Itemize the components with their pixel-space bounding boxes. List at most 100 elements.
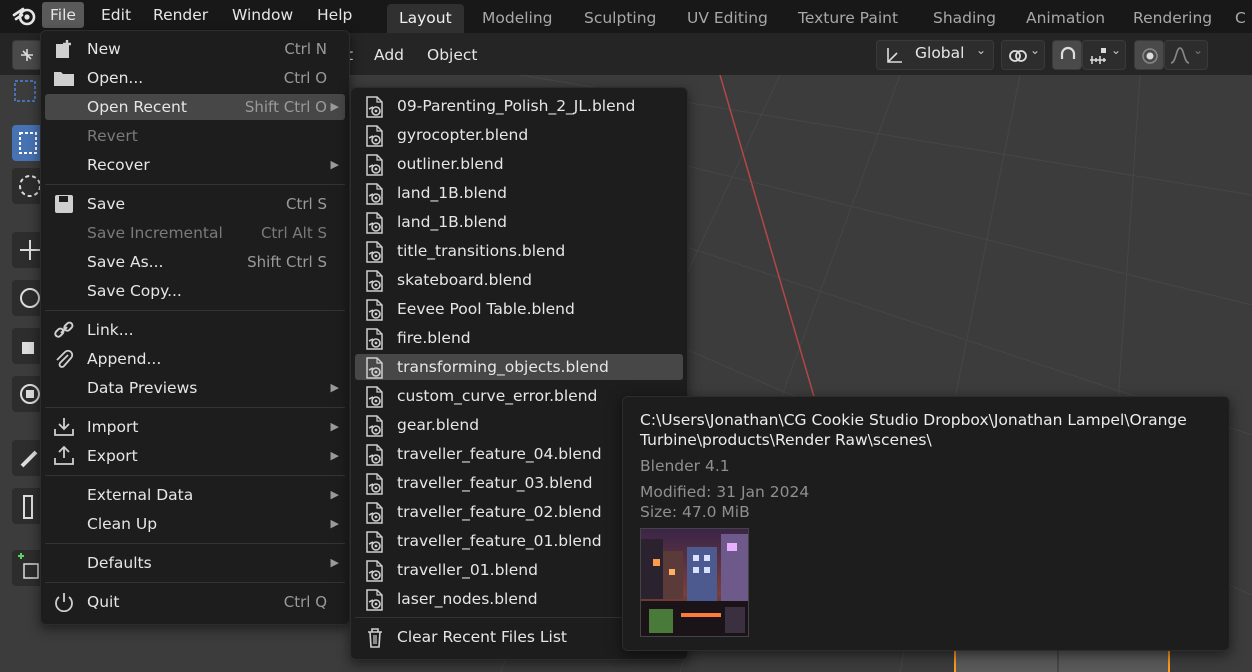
menu-item-save[interactable]: Save Ctrl S: [45, 191, 345, 217]
recent-file-item[interactable]: title_transitions.blend: [355, 238, 683, 264]
blend-file-icon: [366, 270, 383, 292]
menu-item-clean-up[interactable]: Clean Up ▶: [45, 511, 345, 537]
snap-target-dropdown[interactable]: ⌄: [1082, 40, 1126, 70]
menu-item-open-recent[interactable]: Open Recent Shift Ctrl O ▶: [45, 94, 345, 120]
recent-file-name: custom_curve_error.blend: [397, 387, 598, 405]
menu-render[interactable]: Render: [145, 2, 216, 28]
submenu-arrow-icon: ▶: [330, 100, 339, 113]
menu-file[interactable]: File: [42, 2, 84, 28]
file-thumbnail: [640, 528, 749, 637]
recent-file-item[interactable]: skateboard.blend: [355, 267, 683, 293]
blend-file-icon: [366, 241, 383, 263]
tooltip-modified: Modified: 31 Jan 2024: [640, 483, 810, 501]
tab-layout[interactable]: Layout: [387, 4, 464, 33]
menu-item-external-data[interactable]: External Data ▶: [45, 482, 345, 508]
select-box-mode[interactable]: [12, 78, 38, 104]
tooltip-path-line-2: Turbine\products\Render Raw\scenes\: [640, 431, 932, 449]
tooltip-path: C:\Users\Jonathan\CG Cookie Studio Dropb…: [640, 410, 1220, 450]
blend-file-icon: [366, 328, 383, 350]
menu-item-revert[interactable]: Revert: [45, 123, 345, 149]
save-icon: [55, 195, 73, 213]
recent-file-name: Eevee Pool Table.blend: [397, 300, 575, 318]
recent-file-item[interactable]: outliner.blend: [355, 151, 683, 177]
recent-file-name: traveller_feature_01.blend: [397, 532, 602, 550]
recent-file-name: outliner.blend: [397, 155, 504, 173]
menu-item-save-incremental[interactable]: Save Incremental Ctrl Alt S: [45, 220, 345, 246]
editor-type-button[interactable]: [12, 40, 42, 70]
power-icon: [55, 593, 73, 612]
menu-item-import[interactable]: Import ▶: [45, 414, 345, 440]
magnet-icon: [1060, 46, 1076, 59]
menu-item-defaults[interactable]: Defaults ▶: [45, 550, 345, 576]
recent-file-item[interactable]: gyrocopter.blend: [355, 122, 683, 148]
submenu-arrow-icon: ▶: [330, 556, 339, 569]
transform-orientation-dropdown[interactable]: Global ⌄: [876, 40, 994, 70]
blend-file-icon: [366, 589, 383, 611]
menu-item-quit[interactable]: Quit Ctrl Q: [45, 589, 345, 615]
recent-file-item[interactable]: land_1B.blend: [355, 180, 683, 206]
menu-item-save-as[interactable]: Save As... Shift Ctrl S: [45, 249, 345, 275]
menu-item-save-copy[interactable]: Save Copy...: [45, 278, 345, 304]
tab-sculpting[interactable]: Sculpting: [572, 4, 668, 33]
recent-file-name: land_1B.blend: [397, 184, 507, 202]
orientation-axes-icon: [887, 48, 902, 63]
menu-window[interactable]: Window: [224, 2, 301, 28]
submenu-arrow-icon: ▶: [330, 420, 339, 433]
blend-file-icon: [366, 154, 383, 176]
blend-file-icon: [366, 502, 383, 524]
tab-animation[interactable]: Animation: [1014, 4, 1117, 33]
selected-object-outline: [954, 649, 1170, 672]
menu-item-new[interactable]: New Ctrl N: [45, 36, 345, 62]
file-tooltip: C:\Users\Jonathan\CG Cookie Studio Dropb…: [622, 396, 1230, 651]
submenu-arrow-icon: ▶: [330, 381, 339, 394]
tab-rendering[interactable]: Rendering: [1121, 4, 1224, 33]
recent-file-item[interactable]: Eevee Pool Table.blend: [355, 296, 683, 322]
menu-separator: [45, 310, 345, 311]
tab-uv-editing[interactable]: UV Editing: [675, 4, 780, 33]
menu-edit[interactable]: Edit: [93, 2, 139, 28]
blender-logo-icon[interactable]: [12, 5, 38, 27]
link-icon: [54, 321, 74, 338]
chevron-down-icon: ⌄: [1192, 43, 1203, 57]
blend-file-icon: [366, 386, 383, 408]
snap-toggle[interactable]: [1052, 40, 1082, 70]
add-menu[interactable]: Add: [374, 43, 404, 67]
chevron-down-icon: ⌄: [1029, 43, 1040, 57]
snap-increment-icon: [1090, 48, 1106, 64]
menu-help[interactable]: Help: [309, 2, 360, 28]
menu-separator: [45, 184, 345, 185]
tab-modeling[interactable]: Modeling: [470, 4, 565, 33]
orientation-value: Global: [915, 44, 965, 62]
recent-file-name: traveller_featur_03.blend: [397, 474, 593, 492]
import-icon: [54, 418, 74, 436]
menu-item-recover[interactable]: Recover ▶: [45, 152, 345, 178]
falloff-dropdown[interactable]: ⌄: [1164, 40, 1208, 70]
recent-file-name: fire.blend: [397, 329, 471, 347]
recent-file-item[interactable]: transforming_objects.blend: [355, 354, 683, 380]
menu-item-export[interactable]: Export ▶: [45, 443, 345, 469]
menu-item-link[interactable]: Link...: [45, 317, 345, 343]
recent-file-name: gyrocopter.blend: [397, 126, 529, 144]
recent-file-item[interactable]: fire.blend: [355, 325, 683, 351]
menu-item-open[interactable]: Open... Ctrl O: [45, 65, 345, 91]
folder-icon: [54, 72, 74, 86]
tab-shading[interactable]: Shading: [921, 4, 1008, 33]
tab-compositing[interactable]: C: [1231, 4, 1250, 33]
object-menu[interactable]: Object: [427, 43, 477, 67]
blend-file-icon: [366, 473, 383, 495]
menu-item-append[interactable]: Append...: [45, 346, 345, 372]
recent-file-name: traveller_feature_04.blend: [397, 445, 602, 463]
new-file-icon: [56, 40, 71, 58]
proportional-editing-toggle[interactable]: [1134, 40, 1164, 70]
menu-item-data-previews[interactable]: Data Previews ▶: [45, 375, 345, 401]
recent-file-item[interactable]: land_1B.blend: [355, 209, 683, 235]
chevron-down-icon: ⌄: [1110, 43, 1121, 57]
submenu-arrow-icon: ▶: [330, 158, 339, 171]
tooltip-size: Size: 47.0 MiB: [640, 503, 750, 521]
tab-texture-paint[interactable]: Texture Paint: [786, 4, 910, 33]
recent-file-item[interactable]: 09-Parenting_Polish_2_JL.blend: [355, 93, 683, 119]
pivot-point-dropdown[interactable]: ⌄: [1001, 40, 1045, 70]
recent-file-name: gear.blend: [397, 416, 480, 434]
thumbnail-preview-image: [641, 529, 748, 636]
blend-file-icon: [366, 531, 383, 553]
